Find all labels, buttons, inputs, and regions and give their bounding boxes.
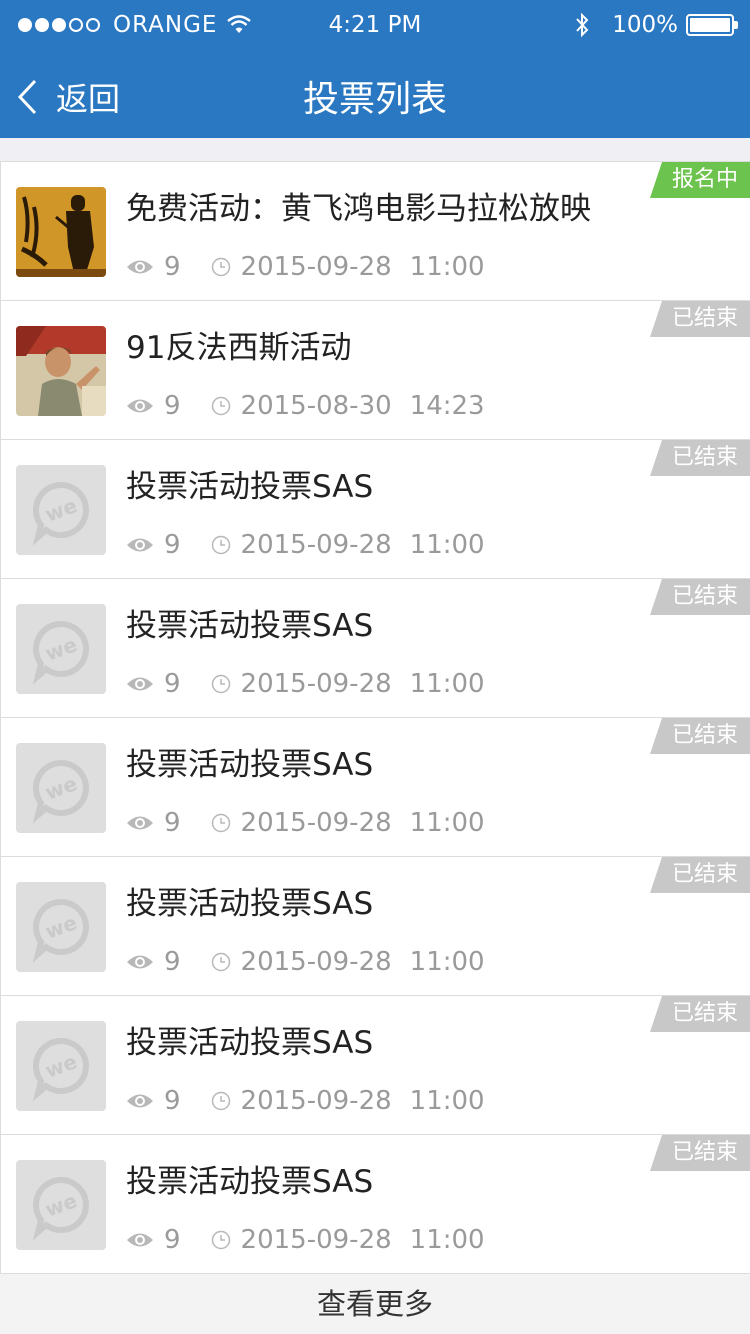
view-count: 9 bbox=[164, 1086, 181, 1116]
battery-percent: 100% bbox=[612, 12, 678, 38]
item-time: 11:00 bbox=[409, 669, 485, 699]
item-meta: 9 2015-09-28 11:00 bbox=[126, 1225, 485, 1255]
eye-icon bbox=[127, 399, 153, 413]
item-date: 2015-09-28 bbox=[240, 252, 392, 282]
item-meta: 9 2015-09-28 11:00 bbox=[126, 1086, 485, 1116]
status-badge: 已结束 bbox=[650, 996, 750, 1032]
view-count: 9 bbox=[164, 808, 181, 838]
status-badge: 已结束 bbox=[650, 440, 750, 476]
item-date: 2015-08-30 bbox=[240, 391, 392, 421]
top-bar: ORANGE 4:21 PM 100% 返回 投票列表 bbox=[0, 0, 750, 138]
item-title: 投票活动投票SAS bbox=[126, 608, 374, 644]
item-time: 11:00 bbox=[409, 808, 485, 838]
bluetooth-icon bbox=[576, 12, 589, 38]
eye-icon bbox=[127, 1094, 153, 1108]
item-time: 11:00 bbox=[409, 947, 485, 977]
list-item[interactable]: we 投票活动投票SAS 9 2015-09-28 11:00 已结束 bbox=[0, 578, 750, 717]
item-time: 14:23 bbox=[409, 391, 485, 421]
nav-bar: 返回 投票列表 bbox=[0, 52, 750, 138]
clock-icon bbox=[211, 1230, 230, 1250]
status-bar: ORANGE 4:21 PM 100% bbox=[0, 0, 750, 52]
list-item[interactable]: we 投票活动投票SAS 9 2015-09-28 11:00 已结束 bbox=[0, 1134, 750, 1273]
eye-icon bbox=[127, 1233, 153, 1247]
view-count: 9 bbox=[164, 530, 181, 560]
item-date: 2015-09-28 bbox=[240, 1225, 392, 1255]
item-title: 投票活动投票SAS bbox=[126, 1025, 374, 1061]
item-meta: 9 2015-09-28 11:00 bbox=[126, 669, 485, 699]
clock-icon bbox=[211, 257, 230, 277]
item-meta: 9 2015-09-28 11:00 bbox=[126, 252, 485, 282]
movie-poster-thumbnail bbox=[16, 187, 106, 277]
item-date: 2015-09-28 bbox=[240, 669, 392, 699]
vote-list: 免费活动：黄飞鸿电影马拉松放映 9 2015-09-28 11:00 报名中 9… bbox=[0, 161, 750, 1273]
clock-icon bbox=[211, 396, 230, 416]
item-time: 11:00 bbox=[409, 530, 485, 560]
item-time: 11:00 bbox=[409, 1225, 485, 1255]
view-count: 9 bbox=[164, 252, 181, 282]
item-title: 91反法西斯活动 bbox=[126, 330, 352, 366]
list-item[interactable]: we 投票活动投票SAS 9 2015-09-28 11:00 已结束 bbox=[0, 717, 750, 856]
status-badge: 已结束 bbox=[650, 301, 750, 337]
item-title: 免费活动：黄飞鸿电影马拉松放映 bbox=[126, 191, 591, 227]
placeholder-thumbnail: we bbox=[16, 882, 106, 972]
list-item[interactable]: we 投票活动投票SAS 9 2015-09-28 11:00 已结束 bbox=[0, 439, 750, 578]
item-meta: 9 2015-09-28 11:00 bbox=[126, 947, 485, 977]
placeholder-thumbnail: we bbox=[16, 604, 106, 694]
eye-icon bbox=[127, 538, 153, 552]
view-count: 9 bbox=[164, 1225, 181, 1255]
eye-icon bbox=[127, 677, 153, 691]
view-count: 9 bbox=[164, 947, 181, 977]
status-badge: 报名中 bbox=[650, 162, 750, 198]
item-date: 2015-09-28 bbox=[240, 530, 392, 560]
battery-icon bbox=[686, 14, 738, 36]
placeholder-thumbnail: we bbox=[16, 465, 106, 555]
item-title: 投票活动投票SAS bbox=[126, 469, 374, 505]
list-item[interactable]: 免费活动：黄飞鸿电影马拉松放映 9 2015-09-28 11:00 报名中 bbox=[0, 161, 750, 300]
load-more-button[interactable]: 查看更多 bbox=[0, 1273, 750, 1334]
placeholder-thumbnail: we bbox=[16, 1160, 106, 1250]
view-count: 9 bbox=[164, 391, 181, 421]
item-date: 2015-09-28 bbox=[240, 947, 392, 977]
item-date: 2015-09-28 bbox=[240, 808, 392, 838]
view-count: 9 bbox=[164, 669, 181, 699]
status-badge: 已结束 bbox=[650, 718, 750, 754]
item-meta: 9 2015-08-30 14:23 bbox=[126, 391, 485, 421]
list-item[interactable]: we 投票活动投票SAS 9 2015-09-28 11:00 已结束 bbox=[0, 995, 750, 1134]
eye-icon bbox=[127, 816, 153, 830]
clock-icon bbox=[211, 952, 230, 972]
propaganda-poster-thumbnail bbox=[16, 326, 106, 416]
item-time: 11:00 bbox=[409, 252, 485, 282]
status-badge: 已结束 bbox=[650, 579, 750, 615]
list-item[interactable]: 91反法西斯活动 9 2015-08-30 14:23 已结束 bbox=[0, 300, 750, 439]
status-badge: 已结束 bbox=[650, 857, 750, 893]
item-title: 投票活动投票SAS bbox=[126, 1164, 374, 1200]
placeholder-thumbnail: we bbox=[16, 743, 106, 833]
status-badge: 已结束 bbox=[650, 1135, 750, 1171]
item-meta: 9 2015-09-28 11:00 bbox=[126, 808, 485, 838]
eye-icon bbox=[127, 260, 153, 274]
item-time: 11:00 bbox=[409, 1086, 485, 1116]
item-meta: 9 2015-09-28 11:00 bbox=[126, 530, 485, 560]
list-item[interactable]: we 投票活动投票SAS 9 2015-09-28 11:00 已结束 bbox=[0, 856, 750, 995]
clock-icon bbox=[211, 813, 230, 833]
item-title: 投票活动投票SAS bbox=[126, 747, 374, 783]
page-title: 投票列表 bbox=[302, 79, 447, 120]
status-right: 100% bbox=[574, 12, 738, 38]
item-title: 投票活动投票SAS bbox=[126, 886, 374, 922]
clock-icon bbox=[211, 535, 230, 555]
eye-icon bbox=[127, 955, 153, 969]
clock-icon bbox=[211, 674, 230, 694]
clock-icon bbox=[211, 1091, 230, 1111]
item-date: 2015-09-28 bbox=[240, 1086, 392, 1116]
placeholder-thumbnail: we bbox=[16, 1021, 106, 1111]
